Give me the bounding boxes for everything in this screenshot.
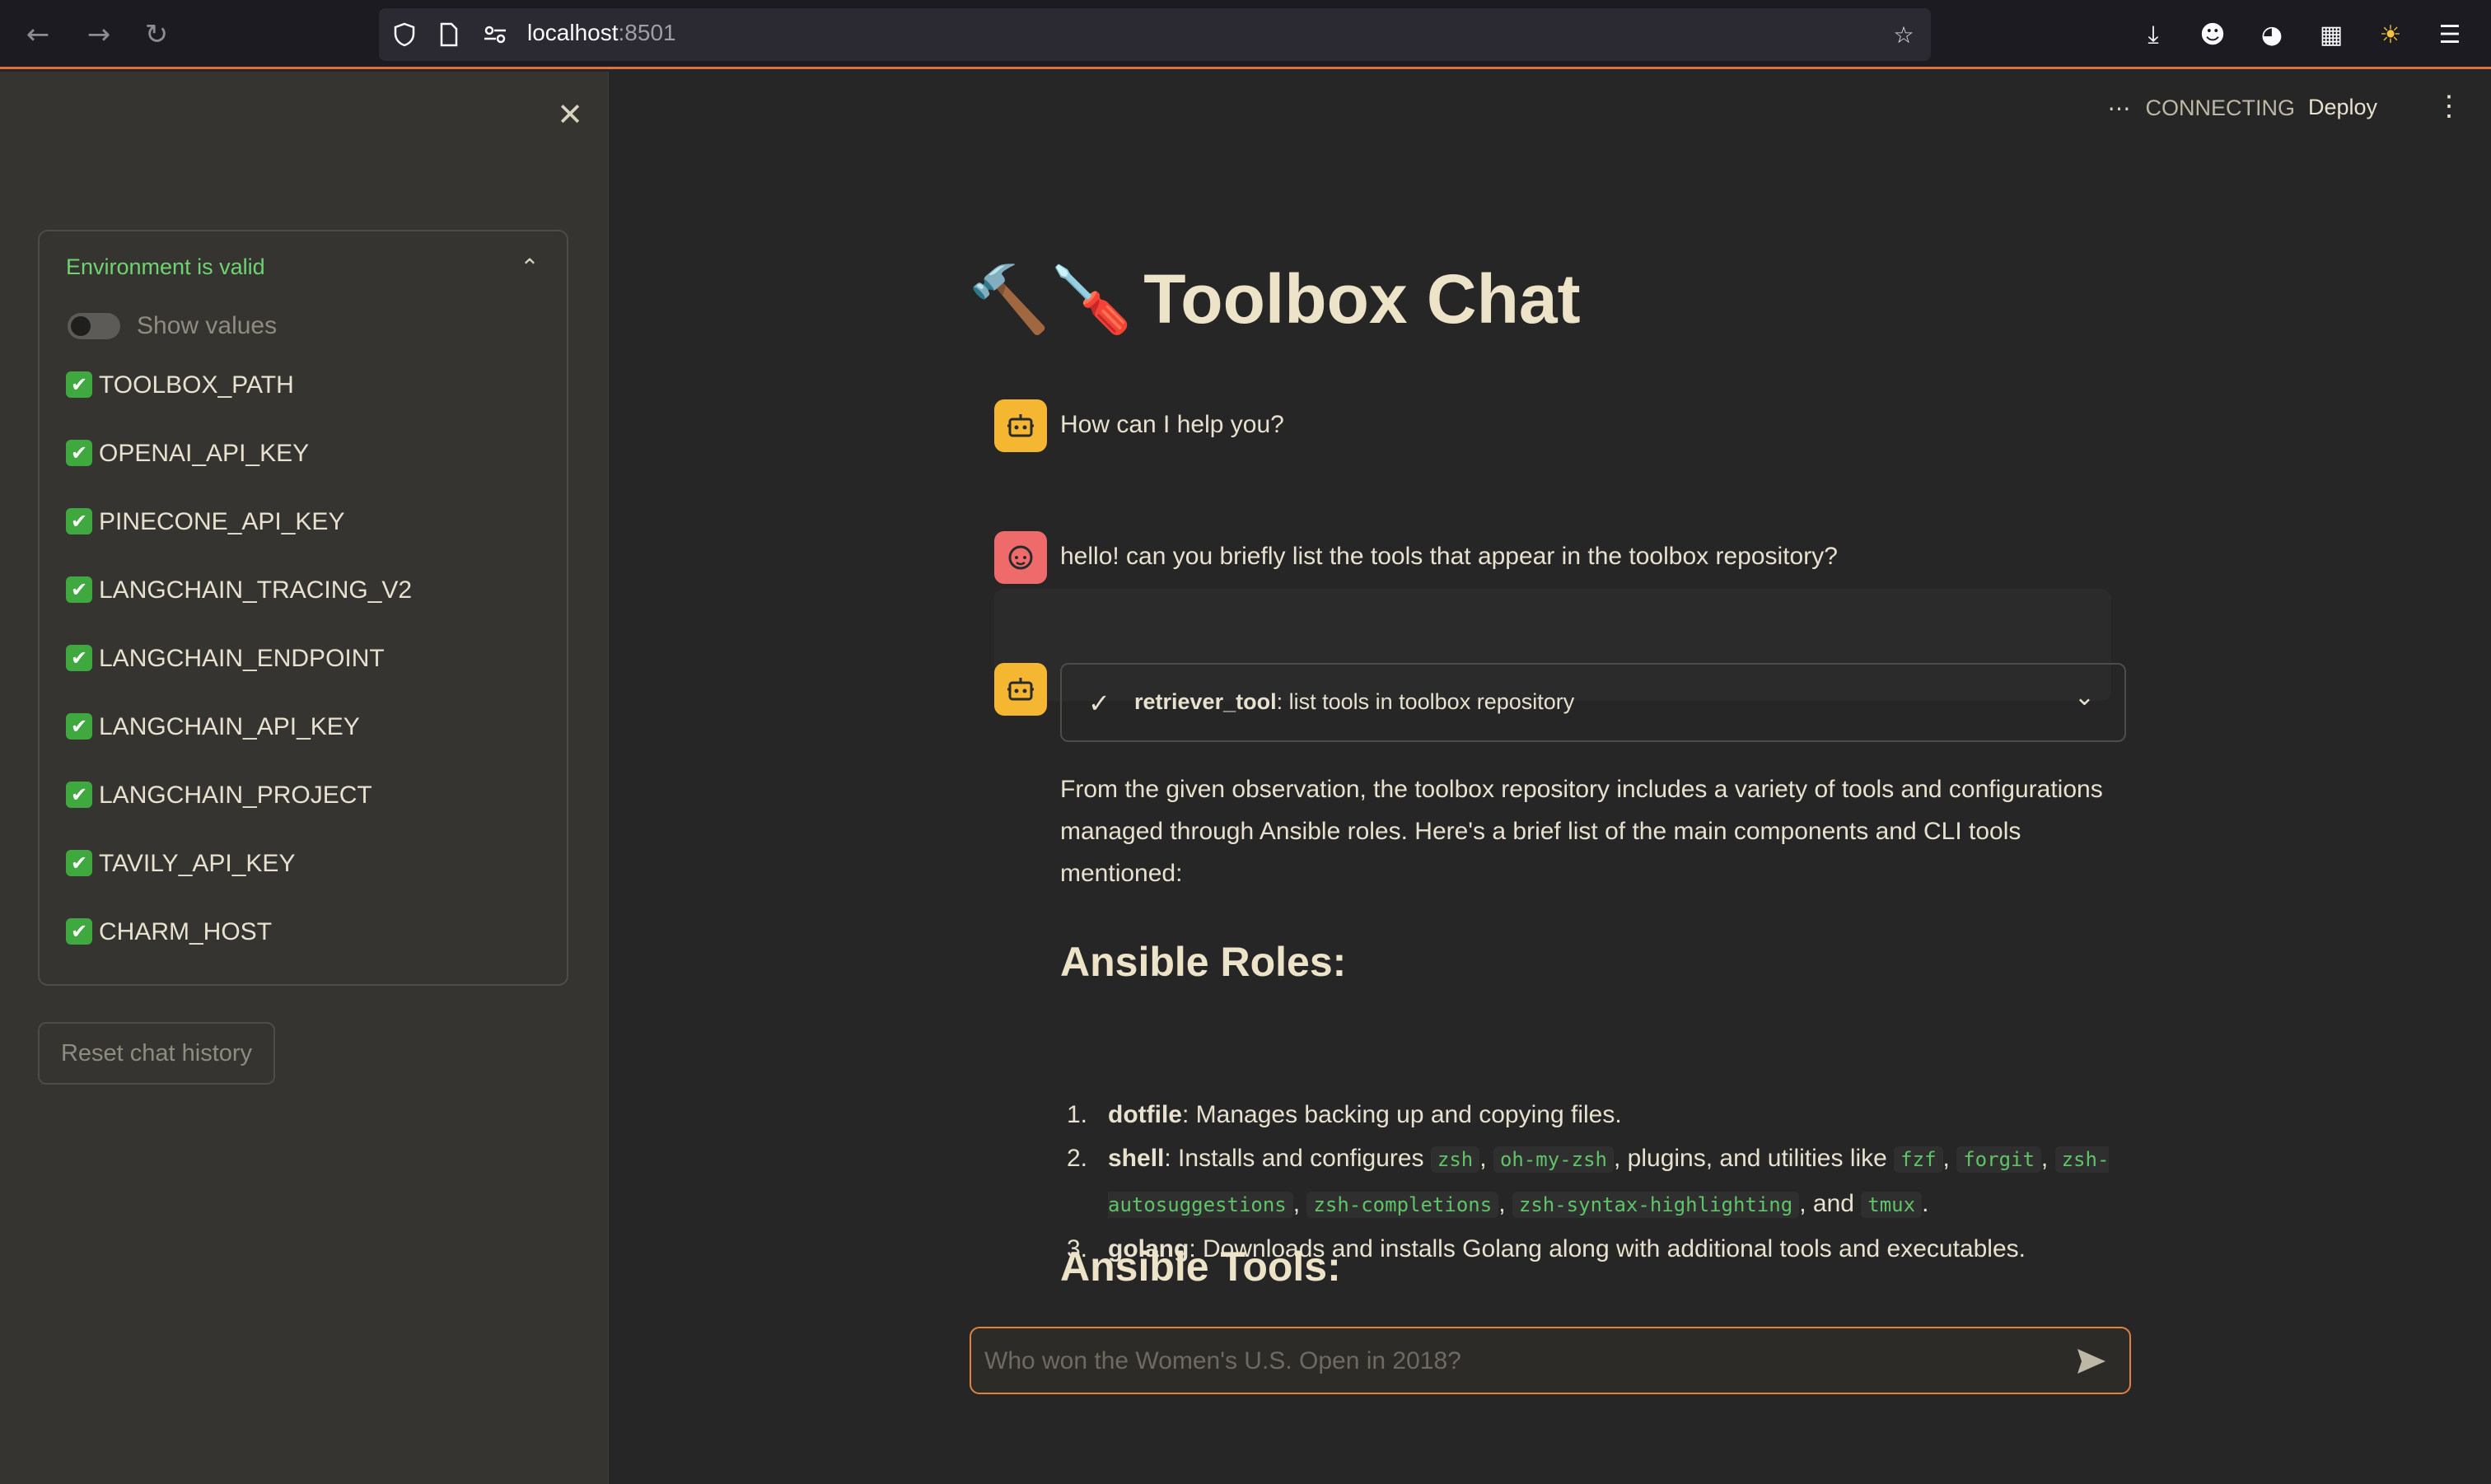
bot-avatar-icon (994, 399, 1047, 452)
show-values-toggle[interactable] (68, 313, 120, 339)
bot-avatar-icon (994, 663, 1047, 716)
account-icon[interactable]: ☻ (2194, 16, 2231, 53)
tools-heading: Ansible Tools: (1060, 1244, 1341, 1290)
url-text[interactable]: localhost:8501 (527, 20, 676, 46)
env-var-name: LANGCHAIN_PROJECT (99, 782, 372, 809)
check-icon: ✓ (1088, 688, 1110, 719)
chevron-down-icon[interactable]: ⌄ (2074, 683, 2095, 712)
bookmark-star-icon[interactable]: ☆ (1888, 19, 1919, 50)
check-icon: ✔ (66, 850, 92, 876)
download-icon[interactable]: ⤓ (2135, 16, 2171, 53)
assistant-greeting: How can I help you? (1060, 411, 1284, 438)
tool-call-expander[interactable]: ✓ retriever_tool: list tools in toolbox … (1060, 663, 2126, 742)
user-avatar-icon (994, 531, 1047, 584)
env-var-item: ✔ TAVILY_API_KEY (66, 850, 412, 918)
reload-icon[interactable]: ↻ (137, 15, 176, 54)
environment-expander: Environment is valid ⌃ Show values ✔ TOOL… (38, 230, 568, 986)
main-menu-kebab-icon[interactable]: ⋮ (2435, 90, 2463, 123)
check-icon: ✔ (66, 782, 92, 808)
main-content: ⋯ CONNECTING Deploy ⋮ 🔨🪛 Toolbox Chat Ho… (609, 72, 2491, 1484)
user-message: hello! can you briefly list the tools th… (1060, 543, 1838, 570)
extension-icon[interactable]: ◕ (2254, 16, 2290, 53)
check-icon: ✔ (66, 576, 92, 603)
close-icon[interactable]: ✕ (552, 96, 588, 133)
deploy-button[interactable]: Deploy (2308, 95, 2377, 120)
check-icon: ✔ (66, 645, 92, 671)
send-icon[interactable] (2070, 1340, 2113, 1383)
site-info-icon[interactable] (479, 19, 511, 50)
check-icon: ✔ (66, 371, 92, 398)
chevron-up-icon[interactable]: ⌃ (516, 253, 544, 281)
env-var-name: TAVILY_API_KEY (99, 850, 296, 877)
env-var-name: LANGCHAIN_API_KEY (99, 713, 360, 740)
page-title: 🔨🪛 Toolbox Chat (968, 259, 1581, 339)
env-var-item: ✔ OPENAI_API_KEY (66, 440, 412, 508)
env-status-title[interactable]: Environment is valid (66, 254, 265, 280)
env-var-item: ✔ LANGCHAIN_ENDPOINT (66, 645, 412, 713)
roles-heading: Ansible Roles: (1060, 939, 1347, 985)
chat-input-container (970, 1327, 2131, 1394)
env-var-name: TOOLBOX_PATH (99, 371, 294, 399)
check-icon: ✔ (66, 508, 92, 534)
list-item: 1. dotfile: Manages backing up and copyi… (1067, 1101, 1622, 1128)
env-var-name: LANGCHAIN_ENDPOINT (99, 645, 385, 672)
env-var-item: ✔ LANGCHAIN_API_KEY (66, 713, 412, 782)
hammer-screwdriver-icon: 🔨🪛 (968, 260, 1133, 338)
list-item: 2. shell: Installs and configures zsh, o… (1067, 1145, 2110, 1218)
check-icon: ✔ (66, 918, 92, 945)
tool-call-label: retriever_tool: list tools in toolbox re… (1134, 689, 1575, 714)
env-var-list: ✔ TOOLBOX_PATH ✔ OPENAI_API_KEY ✔ PINECONE_… (66, 371, 412, 987)
connection-status-text: CONNECTING (2145, 96, 2296, 120)
url-bar[interactable]: localhost:8501 ☆ (379, 8, 1931, 61)
shield-icon[interactable] (389, 19, 420, 50)
env-var-item: ✔ TOOLBOX_PATH (66, 371, 412, 440)
chat-input[interactable] (983, 1338, 2073, 1384)
answer-intro: From the given observation, the toolbox … (1060, 776, 2103, 887)
menu-icon[interactable]: ☰ (2432, 16, 2468, 53)
env-var-item: ✔ PINECONE_API_KEY (66, 508, 412, 576)
sidebar: ✕ Environment is valid ⌃ Show values ✔ TO… (0, 72, 609, 1484)
check-icon: ✔ (66, 713, 92, 740)
browser-toolbar: ← → ↻ localhost:8501 ☆ ⤓ ☻ ◕ ▦ ☀ ☰ (0, 0, 2491, 69)
page-title-text: Toolbox Chat (1143, 260, 1581, 338)
env-var-name: PINECONE_API_KEY (99, 508, 345, 535)
show-values-label: Show values (137, 312, 278, 339)
show-values-toggle-row[interactable]: Show values (68, 312, 277, 340)
forward-icon[interactable]: → (79, 15, 119, 54)
back-icon[interactable]: ← (18, 15, 58, 54)
theme-icon[interactable]: ☀ (2372, 16, 2409, 53)
env-var-item: ✔ LANGCHAIN_PROJECT (66, 782, 412, 850)
check-icon: ✔ (66, 440, 92, 466)
env-var-name: CHARM_HOST (99, 918, 273, 945)
puzzle-icon[interactable]: ▦ (2313, 16, 2349, 53)
env-var-name: LANGCHAIN_TRACING_V2 (99, 576, 413, 604)
more-dots-icon: ⋯ (2107, 96, 2133, 121)
env-var-name: OPENAI_API_KEY (99, 440, 310, 467)
env-var-item: ✔ CHARM_HOST (66, 918, 412, 987)
reset-chat-history-button[interactable]: Reset chat history (38, 1022, 275, 1085)
page-icon (433, 19, 465, 50)
env-var-item: ✔ LANGCHAIN_TRACING_V2 (66, 576, 412, 645)
connection-status: ⋯ CONNECTING (2108, 95, 2296, 122)
